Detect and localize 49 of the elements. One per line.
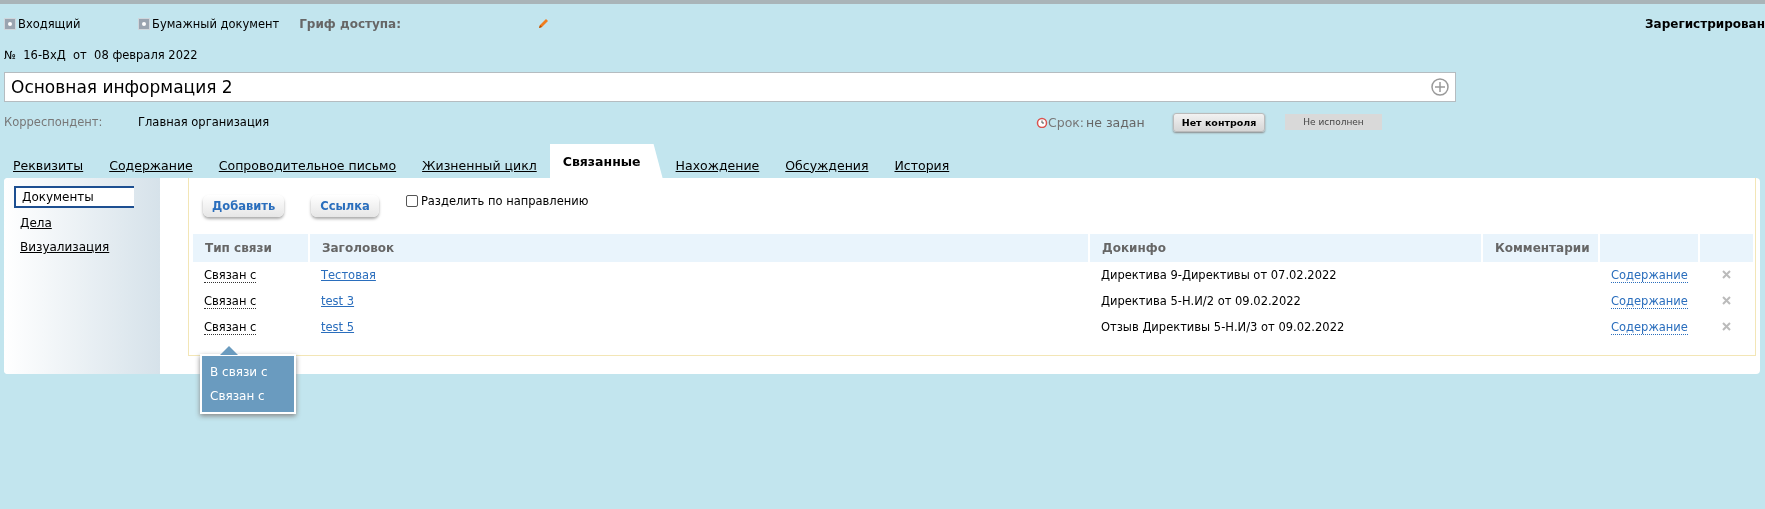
docinfo-text: Отзыв Директивы 5-Н.И/3 от 09.02.2022 xyxy=(1101,320,1345,334)
control-button[interactable]: Нет контроля xyxy=(1172,112,1266,132)
tab[interactable]: Нахождение xyxy=(662,152,773,178)
link-type[interactable]: Связан с xyxy=(204,320,257,335)
deadline-label: Срок: xyxy=(1048,114,1085,130)
tab[interactable]: Содержание xyxy=(96,152,206,178)
close-icon[interactable] xyxy=(1721,270,1731,279)
flag-label: Бумажный документ xyxy=(152,17,280,31)
correspondent-label: Корреспондент: xyxy=(4,115,104,129)
document-link[interactable]: test 5 xyxy=(321,320,355,334)
flag-label: Входящий xyxy=(18,17,81,31)
plus-circle-icon[interactable] xyxy=(1431,78,1449,96)
document-link[interactable]: Тестовая xyxy=(321,268,376,282)
document-status: Зарегистрирован xyxy=(1645,17,1765,31)
link-type[interactable]: Связан с xyxy=(204,294,257,309)
access-label: Гриф доступа: xyxy=(299,17,402,31)
sidebar-item[interactable]: Документы xyxy=(14,186,134,208)
checkbox-label: Разделить по направлению xyxy=(420,194,589,208)
docinfo-text: Директива 9-Директивы от 07.02.2022 xyxy=(1101,268,1337,282)
tab[interactable]: Реквизиты xyxy=(0,152,97,178)
column-header: Тип связи xyxy=(192,234,309,262)
document-number: № 16-ВхД от 08 февраля 2022 xyxy=(3,47,199,64)
link-type[interactable]: Связан с xyxy=(204,268,257,283)
alarm-clock-icon xyxy=(1036,116,1048,128)
sidebar-item[interactable]: Дела xyxy=(14,214,160,232)
tab[interactable]: Жизненный цикл xyxy=(409,152,550,178)
content-link[interactable]: Содержание xyxy=(1611,320,1688,335)
execution-status: Не исполнен xyxy=(1285,114,1382,130)
content-link[interactable]: Содержание xyxy=(1611,294,1688,309)
tab[interactable]: Обсуждения xyxy=(772,152,882,178)
checkbox[interactable] xyxy=(405,195,418,207)
deadline-value: не задан xyxy=(1086,114,1145,130)
title-field[interactable]: Основная информация 2 xyxy=(4,72,1456,102)
sidebar-item[interactable]: Визуализация xyxy=(14,238,160,256)
docinfo-text: Директива 5-Н.И/2 от 09.02.2022 xyxy=(1101,294,1301,308)
content-link[interactable]: Содержание xyxy=(1611,268,1688,283)
column-header: Докинфо xyxy=(1089,234,1482,262)
correspondent-value: Главная организация xyxy=(138,115,271,129)
tab[interactable]: Сопроводительное письмо xyxy=(205,152,410,178)
column-header: Комментарии xyxy=(1482,234,1599,262)
tab[interactable]: История xyxy=(881,152,963,178)
column-header: Заголовок xyxy=(309,234,1089,262)
pencil-icon[interactable] xyxy=(537,18,550,30)
close-icon[interactable] xyxy=(1721,322,1731,331)
toolbar-button[interactable]: Ссылка xyxy=(311,195,379,217)
document-link[interactable]: test 3 xyxy=(321,294,355,308)
toolbar-button[interactable]: Добавить xyxy=(203,195,285,217)
tab[interactable]: Связанные xyxy=(549,144,663,178)
close-icon[interactable] xyxy=(1721,296,1731,305)
